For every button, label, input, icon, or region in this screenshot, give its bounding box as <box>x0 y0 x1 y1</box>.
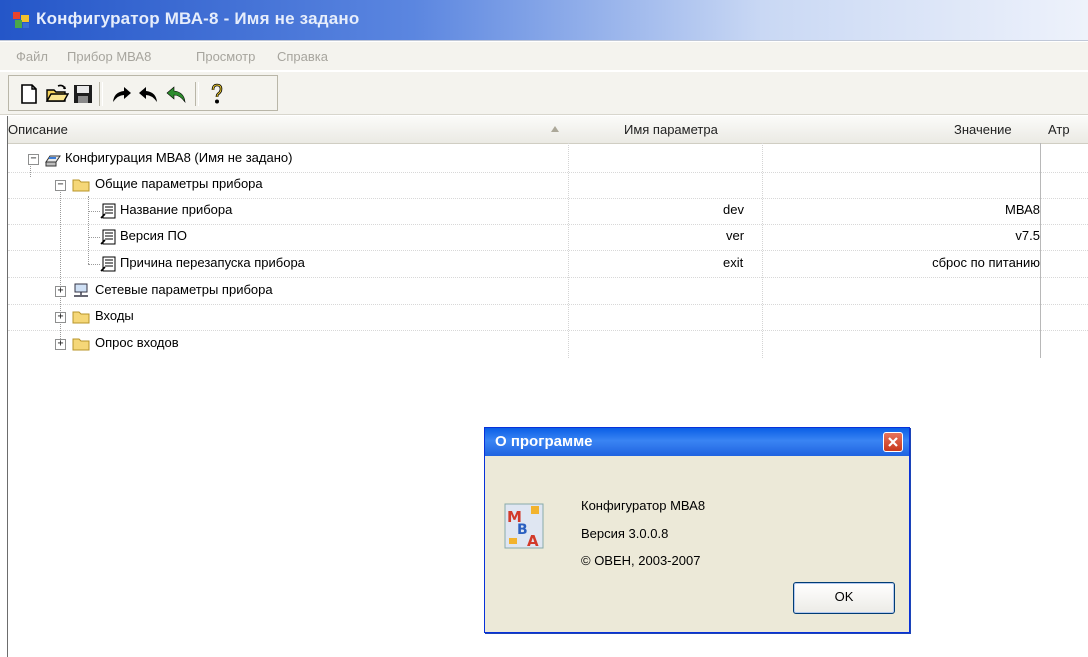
tree-row-param[interactable]: Название прибора dev МВА8 <box>8 198 1088 225</box>
toolbar-separator <box>99 82 103 106</box>
tree-row-group-inputs[interactable]: + Входы <box>8 304 1088 331</box>
menu-bar: Файл Прибор МВА8 Просмотр Справка <box>0 42 1088 70</box>
about-dialog: О программе M B A Конфигуратор МВА8 Верс… <box>484 427 910 633</box>
new-icon[interactable] <box>17 82 41 106</box>
param-value: сброс по питанию <box>932 255 1040 270</box>
tree-row-param[interactable]: Версия ПО ver v7.5 <box>8 224 1088 251</box>
svg-text:A: A <box>527 532 539 550</box>
dialog-title-bar[interactable]: О программе <box>485 428 909 456</box>
parameter-icon <box>100 229 116 245</box>
close-icon <box>888 437 898 447</box>
undo-all-icon[interactable] <box>165 82 189 106</box>
column-param[interactable]: Имя параметра <box>624 122 718 137</box>
column-header: Описание Имя параметра Значение Атр <box>8 116 1088 144</box>
close-button[interactable] <box>883 432 903 452</box>
expand-icon[interactable]: + <box>55 286 66 297</box>
parameter-icon <box>100 256 116 272</box>
tree-group-label: Сетевые параметры прибора <box>95 282 273 297</box>
undo-arrow-icon[interactable] <box>137 82 161 106</box>
about-copyright: © ОВЕН, 2003-2007 <box>581 553 701 568</box>
tree-group-label: Входы <box>95 308 134 323</box>
open-icon[interactable] <box>45 82 69 106</box>
param-name: ver <box>726 228 745 243</box>
about-version: Версия 3.0.0.8 <box>581 526 669 541</box>
tree-row-group-poll[interactable]: + Опрос входов <box>8 331 1088 357</box>
column-description[interactable]: Описание <box>8 122 68 137</box>
parameter-icon <box>100 203 116 219</box>
tree-row-param[interactable]: Причина перезапуска прибора exit сброс п… <box>8 251 1088 278</box>
menu-file[interactable]: Файл <box>16 49 48 64</box>
save-icon[interactable] <box>71 82 95 106</box>
column-attr[interactable]: Атр <box>1048 122 1070 137</box>
window-title: Конфигуратор МВА-8 - Имя не задано <box>36 9 360 28</box>
toolbar-group <box>8 75 278 111</box>
expand-icon[interactable]: + <box>55 339 66 350</box>
menu-help[interactable]: Справка <box>277 49 328 64</box>
expand-icon[interactable]: + <box>55 312 66 323</box>
param-name: exit <box>723 255 744 270</box>
network-icon <box>74 283 88 297</box>
redo-arrow-icon[interactable] <box>109 82 133 106</box>
param-name: dev <box>723 202 744 217</box>
param-description: Название прибора <box>120 202 233 217</box>
toolbar-separator <box>195 82 199 106</box>
tree-group-label: Общие параметры прибора <box>95 176 263 191</box>
tree-row-root[interactable]: − Конфигурация МВА8 (Имя не задано) <box>8 146 1088 173</box>
sort-up-icon <box>551 126 559 132</box>
app-icon <box>13 12 29 28</box>
toolbar <box>0 72 1088 115</box>
collapse-icon[interactable]: − <box>28 154 39 165</box>
param-description: Версия ПО <box>120 228 187 243</box>
title-bar[interactable]: Конфигуратор МВА-8 - Имя не задано <box>0 0 1088 41</box>
menu-view[interactable]: Просмотр <box>196 49 255 64</box>
collapse-icon[interactable]: − <box>55 180 66 191</box>
tree-group-label: Опрос входов <box>95 335 179 350</box>
folder-open-icon <box>72 179 90 192</box>
tree-row-group-network[interactable]: + Сетевые параметры прибора <box>8 278 1088 305</box>
menu-device[interactable]: Прибор МВА8 <box>67 49 151 64</box>
column-value[interactable]: Значение <box>954 122 1012 137</box>
param-description: Причина перезапуска прибора <box>120 255 305 270</box>
tree-root-label: Конфигурация МВА8 (Имя не задано) <box>65 150 293 165</box>
device-config-icon <box>45 155 61 167</box>
tree-row-group-general[interactable]: − Общие параметры прибора <box>8 172 1088 199</box>
param-value: МВА8 <box>1005 202 1040 217</box>
folder-icon <box>72 338 90 351</box>
folder-icon <box>72 311 90 324</box>
help-icon[interactable] <box>205 82 229 106</box>
mva-logo-icon: M B A <box>504 503 544 550</box>
ok-button[interactable]: OK <box>793 582 895 614</box>
dialog-body: M B A Конфигуратор МВА8 Версия 3.0.0.8 ©… <box>489 456 905 628</box>
about-product: Конфигуратор МВА8 <box>581 498 706 513</box>
dialog-title: О программе <box>495 433 593 450</box>
param-value: v7.5 <box>1015 228 1040 243</box>
